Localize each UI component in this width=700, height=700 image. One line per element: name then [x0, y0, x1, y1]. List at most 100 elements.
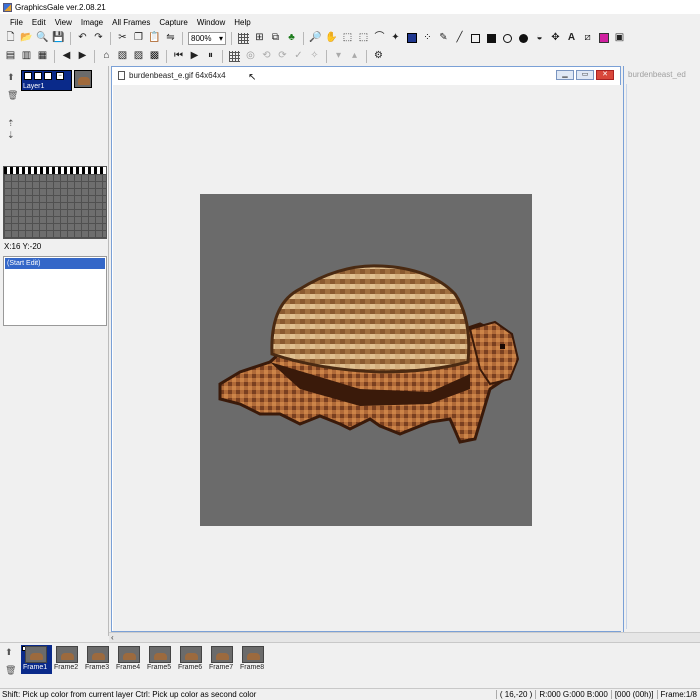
history-list[interactable]: (Start Edit): [3, 256, 107, 326]
menu-image[interactable]: Image: [81, 18, 103, 27]
menu-view[interactable]: View: [55, 18, 72, 27]
layer-icon[interactable]: ▤: [4, 50, 17, 63]
sprite-canvas[interactable]: [200, 194, 532, 526]
layer-down-icon[interactable]: ⇣: [7, 130, 15, 141]
tree-icon[interactable]: ♣: [285, 32, 298, 45]
scroll-left-icon[interactable]: ‹: [111, 633, 114, 642]
fill-icon[interactable]: ◒: [533, 32, 546, 45]
new-icon[interactable]: 🗋: [4, 32, 17, 45]
rect-select-icon[interactable]: ⬚: [341, 32, 354, 45]
next-icon[interactable]: ▶: [76, 50, 89, 63]
rectangle-icon[interactable]: [469, 32, 482, 45]
layer-option-toggle[interactable]: [44, 72, 52, 80]
zoom-view-icon[interactable]: 🔍: [36, 32, 49, 45]
frame-copy-icon[interactable]: ▨: [132, 50, 145, 63]
frame-item[interactable]: Frame4: [114, 645, 145, 674]
first-frame-icon[interactable]: ⏮: [172, 50, 185, 63]
save-frame-icon[interactable]: ▦: [36, 50, 49, 63]
menu-edit[interactable]: Edit: [32, 18, 46, 27]
arrow-down-icon[interactable]: ▾: [332, 50, 345, 63]
line-icon[interactable]: ╱: [453, 32, 466, 45]
history-item[interactable]: (Start Edit): [5, 258, 105, 269]
layer-options-icon[interactable]: ▥: [20, 50, 33, 63]
grid-toggle-icon[interactable]: [228, 50, 241, 63]
text-icon[interactable]: A: [565, 32, 578, 45]
secondary-document-title[interactable]: burdenbeast_ed: [628, 70, 686, 79]
frame-item[interactable]: Frame8: [238, 645, 269, 674]
menu-capture[interactable]: Capture: [159, 18, 187, 27]
layer-lock-toggle[interactable]: [34, 72, 42, 80]
menu-file[interactable]: File: [10, 18, 23, 27]
prev-icon[interactable]: ◀: [60, 50, 73, 63]
undo-icon[interactable]: ↶: [76, 32, 89, 45]
paste-icon[interactable]: 📋: [148, 32, 161, 45]
flip-icon[interactable]: ⇋: [164, 32, 177, 45]
check-icon[interactable]: ✓: [292, 50, 305, 63]
filled-ellipse-icon[interactable]: [517, 32, 530, 45]
transform-icon[interactable]: ⟲: [260, 50, 273, 63]
hand-icon[interactable]: ✋: [325, 32, 338, 45]
house-icon[interactable]: ⌂: [100, 50, 113, 63]
pixel-grid-icon[interactable]: ⊞: [253, 32, 266, 45]
play-icon[interactable]: ▶: [188, 50, 201, 63]
pencil-icon[interactable]: ✎: [437, 32, 450, 45]
maximize-button[interactable]: ▭: [576, 70, 594, 80]
separator: [231, 31, 232, 45]
separator: [110, 31, 111, 45]
menu-all-frames[interactable]: All Frames: [112, 18, 150, 27]
status-frame: Frame:1/8: [656, 690, 700, 699]
layer-collapse-toggle[interactable]: −: [56, 72, 64, 80]
rotate-icon[interactable]: ⟳: [276, 50, 289, 63]
grid-icon[interactable]: [237, 32, 250, 45]
minimize-button[interactable]: ▁: [556, 70, 574, 80]
zoom-icon[interactable]: 🔎: [309, 32, 322, 45]
ellipse-icon[interactable]: [501, 32, 514, 45]
separator: [303, 31, 304, 45]
palette-icon[interactable]: ▣: [613, 32, 626, 45]
dropper-icon[interactable]: ⧄: [581, 32, 594, 45]
menu-help[interactable]: Help: [234, 18, 250, 27]
cut-icon[interactable]: ✂: [116, 32, 129, 45]
open-icon[interactable]: 📂: [20, 32, 33, 45]
frame-item[interactable]: Frame1: [21, 645, 52, 674]
settings-icon[interactable]: ⚙: [372, 50, 385, 63]
pause-icon[interactable]: ⏸: [204, 50, 217, 63]
toolbar-main: 🗋 📂 🔍 💾 ↶ ↷ ✂ ❐ 📋 ⇋ 800% ▾ ⊞ ⧉ ♣ 🔎 ✋ ⬚ ⬚ …: [4, 30, 626, 46]
frame-move-icon[interactable]: ⬆: [5, 647, 13, 658]
trash-icon[interactable]: 🗑: [7, 90, 18, 101]
filled-rectangle-icon[interactable]: [485, 32, 498, 45]
frame-add-icon[interactable]: ▧: [116, 50, 129, 63]
move-layer-icon[interactable]: ⬆: [7, 72, 15, 83]
frame-item[interactable]: Frame5: [145, 645, 176, 674]
lasso-icon[interactable]: ⌒: [373, 32, 386, 45]
layer-up-icon[interactable]: ⇡: [7, 118, 15, 129]
magic-wand-icon[interactable]: ✦: [389, 32, 402, 45]
frame-delete-icon[interactable]: ▩: [148, 50, 161, 63]
color-palette[interactable]: [3, 166, 107, 239]
copy-icon[interactable]: ❐: [132, 32, 145, 45]
frame-item[interactable]: Frame6: [176, 645, 207, 674]
gradient-icon[interactable]: ✥: [549, 32, 562, 45]
layer-item[interactable]: − Layer1: [21, 70, 72, 91]
onion-skin-icon[interactable]: ◎: [244, 50, 257, 63]
layer-visible-toggle[interactable]: [24, 72, 32, 80]
horizontal-scrollbar[interactable]: ‹: [109, 632, 700, 642]
frame-item[interactable]: Frame2: [52, 645, 83, 674]
menu-window[interactable]: Window: [197, 18, 225, 27]
save-icon[interactable]: 💾: [52, 32, 65, 45]
zoom-select[interactable]: 800% ▾: [188, 31, 226, 45]
frame-trash-icon[interactable]: 🗑: [5, 665, 16, 676]
document-title-bar[interactable]: burdenbeast_e.gif 64x64x4: [112, 67, 620, 84]
effect-icon[interactable]: ✧: [308, 50, 321, 63]
arrow-up-icon[interactable]: ▴: [348, 50, 361, 63]
select-frame-icon[interactable]: ⧉: [269, 32, 282, 45]
redo-icon[interactable]: ↷: [92, 32, 105, 45]
spray-icon[interactable]: ⁘: [421, 32, 434, 45]
select-icon[interactable]: ⬚: [357, 32, 370, 45]
frame-item[interactable]: Frame3: [83, 645, 114, 674]
frame-item[interactable]: Frame7: [207, 645, 238, 674]
status-index: [000 (00h)]: [610, 690, 657, 699]
stamp-icon[interactable]: [405, 32, 418, 45]
color-swap-icon[interactable]: [597, 32, 610, 45]
close-button[interactable]: ✕: [596, 70, 614, 80]
